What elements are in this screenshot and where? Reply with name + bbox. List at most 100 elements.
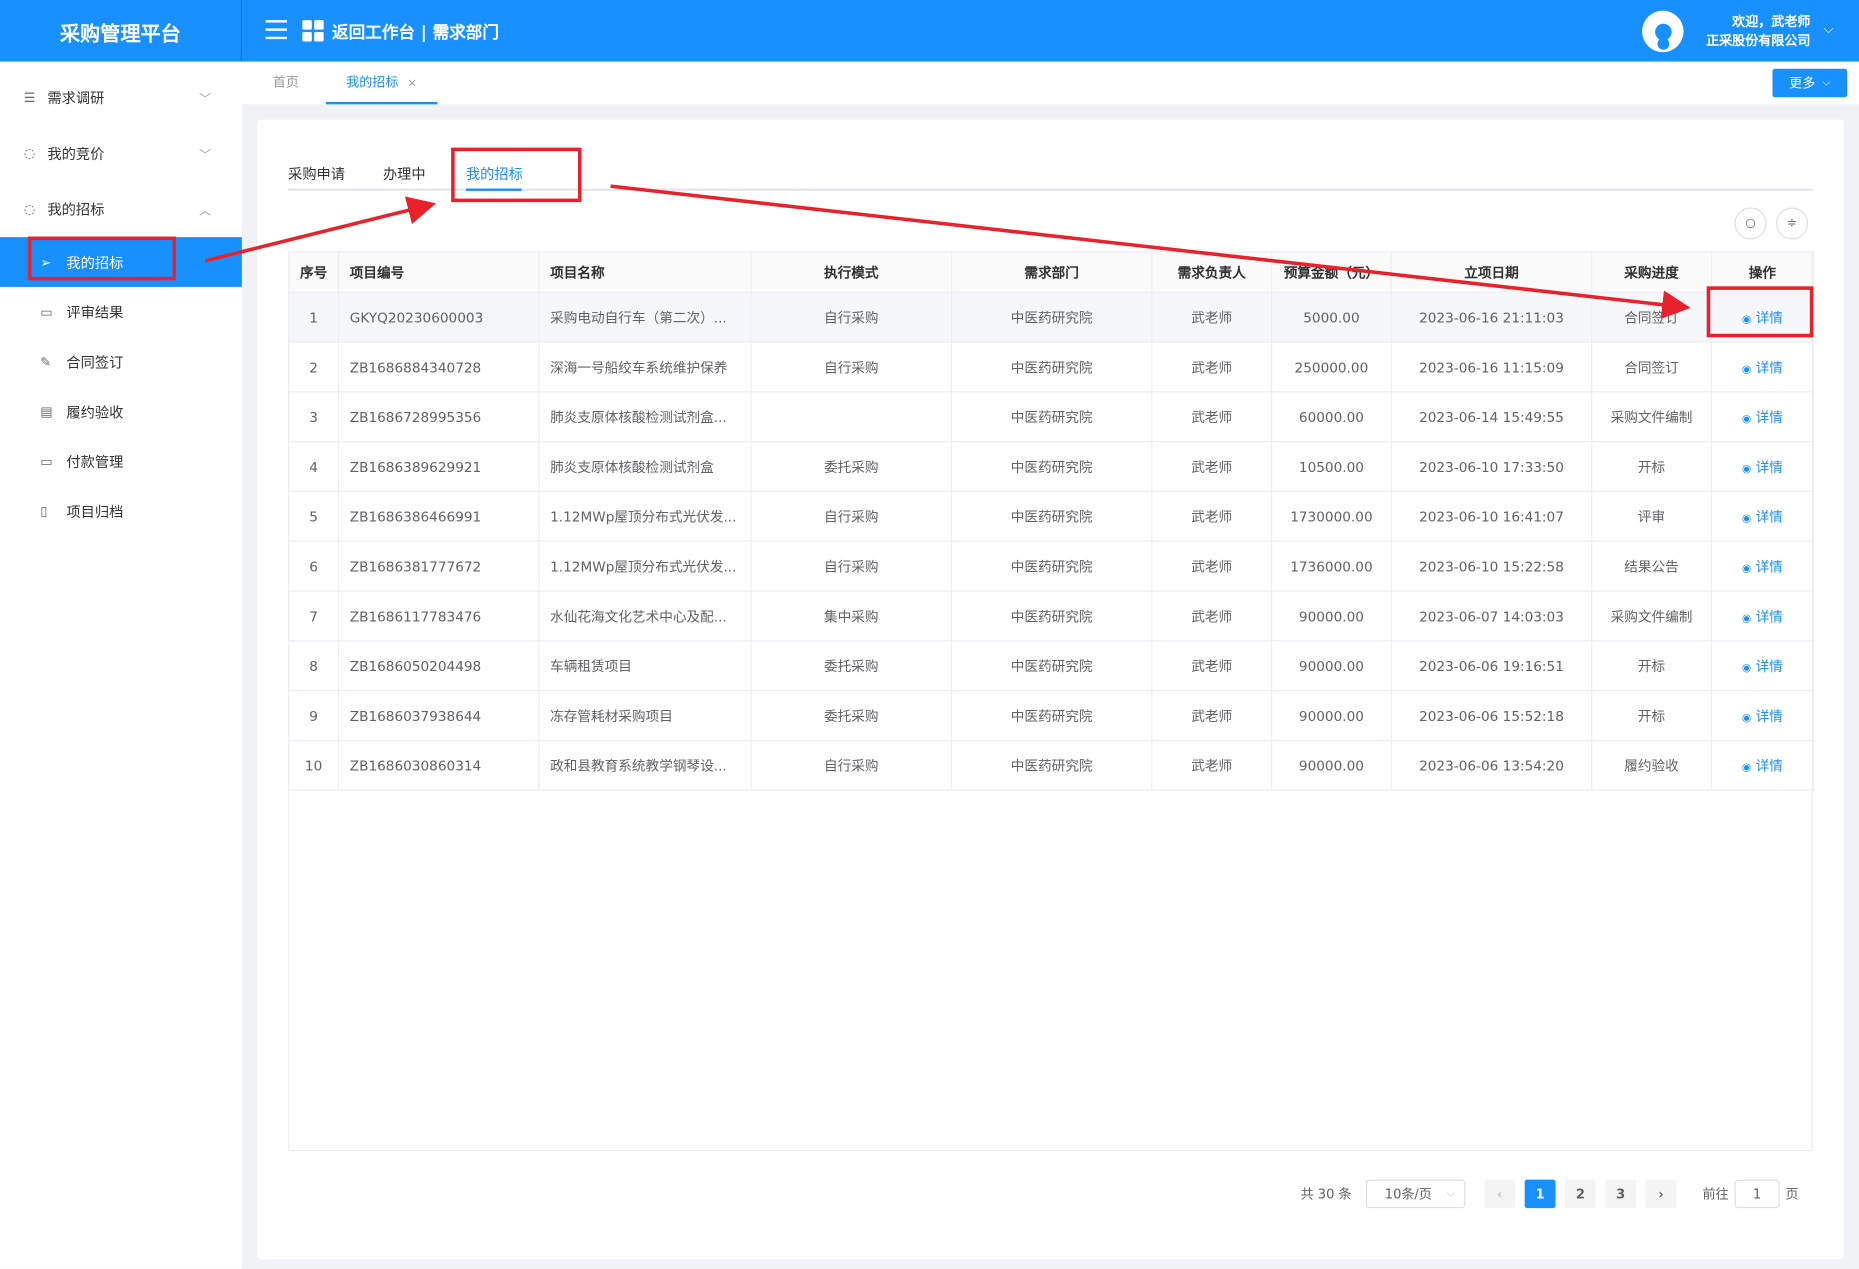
- detail-label: 详情: [1755, 607, 1783, 625]
- detail-link[interactable]: ◉ 详情: [1742, 657, 1783, 674]
- goto-page-input[interactable]: 1: [1734, 1179, 1780, 1209]
- table-cell: ZB1686884340728: [337, 342, 540, 393]
- sidebar-subitem-label: 付款管理: [66, 453, 124, 471]
- action-cell: ◉ 详情: [1710, 640, 1814, 692]
- table-cell: 车辆租赁项目: [538, 640, 752, 692]
- column-header: 需求部门: [950, 251, 1153, 293]
- table-cell: 2023-06-10 17:33:50: [1390, 441, 1593, 493]
- table-cell: 评审: [1591, 491, 1713, 542]
- detail-link[interactable]: ◉ 详情: [1742, 309, 1783, 326]
- detail-link[interactable]: ◉ 详情: [1742, 408, 1783, 425]
- detail-link[interactable]: ◉ 详情: [1742, 458, 1783, 475]
- table-cell: 9: [288, 690, 340, 742]
- table-cell: 2023-06-10 15:22:58: [1390, 541, 1593, 592]
- table-cell: 90000.00: [1270, 591, 1392, 642]
- table-row[interactable]: 10 ZB1686030860314 政和县教育系统教学钢琴设... 自行采购 中医药研…: [288, 740, 1814, 791]
- table-cell: 中医药研究院: [950, 591, 1153, 642]
- sidebar-subitem-5[interactable]: ▯ 项目归档: [0, 486, 242, 536]
- detail-link[interactable]: ◉ 详情: [1742, 558, 1783, 575]
- close-icon[interactable]: ×: [407, 77, 417, 90]
- tab-home[interactable]: 首页: [273, 62, 299, 105]
- sidebar-item-1[interactable]: ◌ 我的竞价 ﹀: [0, 126, 242, 182]
- page-1-button[interactable]: 1: [1524, 1179, 1556, 1209]
- chevron-down-icon[interactable]: ⌵: [1823, 21, 1833, 38]
- message-icon: ▤: [40, 403, 53, 420]
- content-card: 采购申请 办理中 我的招标 ○ ≑ 序号 项目编号 项目名称 执行模式 需求部门 需求负责…: [257, 119, 1844, 1260]
- table-cell: 中医药研究院: [950, 740, 1153, 791]
- more-button[interactable]: 更多 ⌵: [1772, 68, 1848, 98]
- table-cell: 履约验收: [1591, 740, 1713, 791]
- table-row[interactable]: 7 ZB1686117783476 水仙花海文化艺术中心及配... 集中采购 中医药研究…: [288, 591, 1814, 642]
- tab-in-progress[interactable]: 办理中: [383, 164, 426, 184]
- table-cell: 2023-06-06 19:16:51: [1390, 640, 1593, 692]
- table-cell: ZB1686050204498: [337, 640, 540, 692]
- user-info[interactable]: 欢迎，武老师 正采股份有限公司: [1689, 13, 1810, 51]
- table-row[interactable]: 5 ZB1686386466991 1.12MWp屋顶分布式光伏发... 自行采购 中医…: [288, 491, 1814, 542]
- prev-page-button[interactable]: ‹: [1484, 1179, 1516, 1209]
- back-to-workspace-link[interactable]: 返回工作台 | 需求部门: [332, 20, 499, 44]
- detail-link[interactable]: ◉ 详情: [1742, 608, 1783, 625]
- chevron-down-icon: ﹀: [199, 149, 212, 163]
- table-row[interactable]: 9 ZB1686037938644 冻存管耗材采购项目 委托采购 中医药研究院 武老师 90…: [288, 690, 1814, 742]
- eye-icon: ◉: [1741, 462, 1752, 475]
- table-cell: 武老师: [1151, 541, 1273, 592]
- detail-link[interactable]: ◉ 详情: [1742, 359, 1783, 376]
- table-cell: 深海一号船绞车系统维护保养: [538, 342, 752, 393]
- action-cell: ◉ 详情: [1710, 391, 1814, 443]
- table-cell: 武老师: [1151, 342, 1273, 393]
- workspace-grid-icon[interactable]: [302, 20, 324, 42]
- next-page-button[interactable]: ›: [1645, 1179, 1677, 1209]
- sidebar-subitem-3[interactable]: ▤ 履约验收: [0, 387, 242, 437]
- sidebar-subitem-1[interactable]: ▭ 评审结果: [0, 287, 242, 337]
- table-row[interactable]: 8 ZB1686050204498 车辆租赁项目 委托采购 中医药研究院 武老师 90000…: [288, 640, 1814, 692]
- detail-link[interactable]: ◉ 详情: [1742, 757, 1783, 774]
- sidebar-subitem-label: 我的招标: [66, 254, 124, 271]
- table-cell: 合同签订: [1591, 342, 1713, 393]
- table-cell: 1.12MWp屋顶分布式光伏发...: [538, 541, 752, 592]
- table-cell: 1730000.00: [1270, 491, 1392, 542]
- sidebar-item-2[interactable]: ◌ 我的招标 ︿: [0, 181, 242, 237]
- table-row[interactable]: 6 ZB1686381777672 1.12MWp屋顶分布式光伏发... 自行采购 中医…: [288, 541, 1814, 592]
- table-cell: 武老师: [1151, 292, 1273, 343]
- sidebar-item-0[interactable]: ☰ 需求调研 ﹀: [0, 70, 242, 126]
- table-cell: 武老师: [1151, 690, 1273, 742]
- sidebar-subitem-0[interactable]: ➢ 我的招标: [0, 237, 242, 287]
- detail-link[interactable]: ◉ 详情: [1742, 508, 1783, 525]
- table-cell: 结果公告: [1591, 541, 1713, 592]
- table-cell: 5000.00: [1270, 292, 1392, 343]
- page-2-button[interactable]: 2: [1564, 1179, 1596, 1209]
- action-cell: ◉ 详情: [1710, 591, 1814, 642]
- sidebar-item-label: 我的招标: [47, 201, 105, 219]
- column-header: 采购进度: [1591, 251, 1713, 293]
- menu-toggle-icon[interactable]: [265, 20, 287, 40]
- search-icon[interactable]: ○: [1734, 207, 1767, 240]
- table-cell: 90000.00: [1270, 690, 1392, 742]
- page-size-select[interactable]: 10条/页 ⌵: [1365, 1179, 1466, 1209]
- avatar[interactable]: [1642, 10, 1684, 53]
- eye-icon: ◉: [1741, 413, 1752, 426]
- detail-link[interactable]: ◉ 详情: [1742, 707, 1783, 724]
- table-cell: GKYQ20230600003: [337, 292, 540, 343]
- table-cell: 自行采购: [750, 292, 953, 343]
- table-row[interactable]: 4 ZB1686389629921 肺炎支原体核酸检测试剂盒 委托采购 中医药研究院 武老…: [288, 441, 1814, 493]
- column-header: 预算金额（元）: [1270, 251, 1392, 293]
- send-icon: ➢: [40, 254, 52, 270]
- table-cell: 4: [288, 441, 340, 493]
- sidebar-subitem-4[interactable]: ▭ 付款管理: [0, 436, 242, 486]
- filter-settings-icon[interactable]: ≑: [1776, 207, 1809, 240]
- page-3-button[interactable]: 3: [1605, 1179, 1637, 1209]
- tab-my-bidding[interactable]: 我的招标 ×: [326, 62, 438, 105]
- table-cell: 3: [288, 391, 340, 443]
- table-row[interactable]: 3 ZB1686728995356 肺炎支原体核酸检测试剂盒... 中医药研究院 武老师…: [288, 391, 1814, 443]
- table-cell: 中医药研究院: [950, 342, 1153, 393]
- tab-my-bidding-inner[interactable]: 我的招标: [466, 164, 523, 184]
- tab-purchase-request[interactable]: 采购申请: [288, 164, 345, 184]
- table-cell: 1: [288, 292, 340, 343]
- sidebar-subitem-2[interactable]: ✎ 合同签订: [0, 337, 242, 387]
- table-cell: ZB1686389629921: [337, 441, 540, 493]
- table-cell: ZB1686030860314: [337, 740, 540, 791]
- table-row[interactable]: 1 GKYQ20230600003 采购电动自行车（第二次）... 自行采购 中医药研究…: [288, 292, 1814, 343]
- edit-icon: ✎: [40, 353, 52, 370]
- table-cell: 250000.00: [1270, 342, 1392, 393]
- table-row[interactable]: 2 ZB1686884340728 深海一号船绞车系统维护保养 自行采购 中医药研究院武…: [288, 342, 1814, 393]
